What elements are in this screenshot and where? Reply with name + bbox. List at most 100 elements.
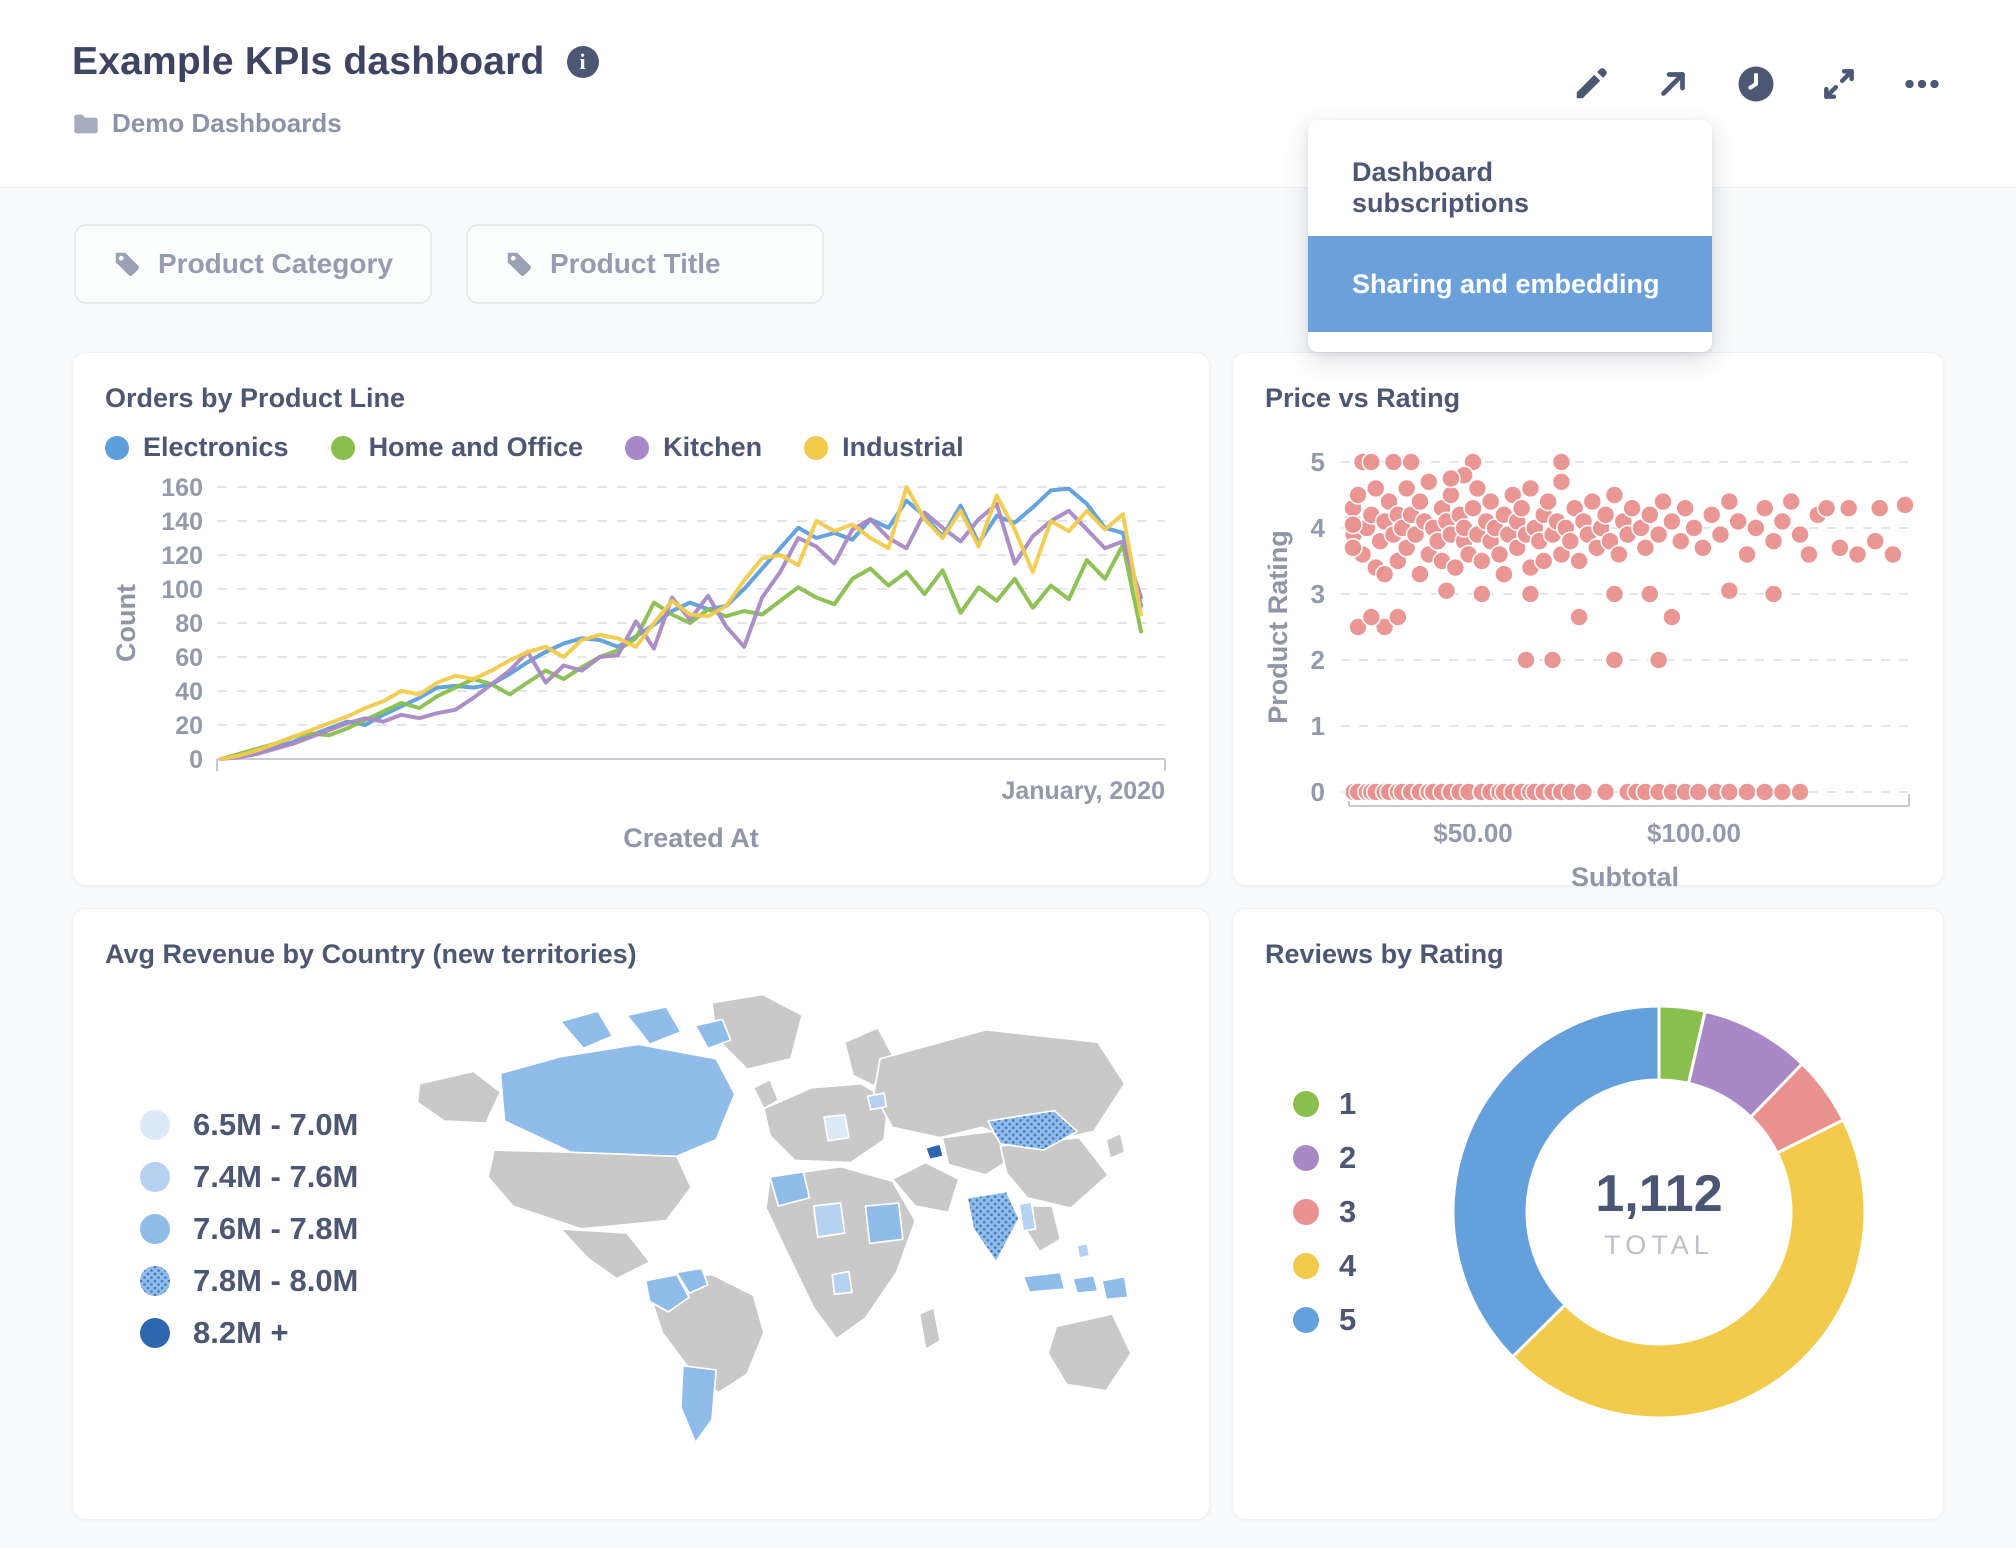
breadcrumb[interactable]: Demo Dashboards [72,108,342,139]
svg-text:0: 0 [189,746,203,774]
map-legend-label: 7.8M - 8.0M [193,1262,359,1298]
card-price-vs-rating: Price vs Rating 0 1 2 3 4 5 $50.00 $100.00 Produ… [1232,352,1944,892]
filter-bar: Product Category Product Title [74,224,824,304]
map-legend: 6.5M - 7.0M 7.4M - 7.6M 7.6M - 7.8M 7.8M - … [105,1006,405,1451]
sharing-dropdown-menu: Dashboard subscriptions Sharing and embe… [1308,120,1712,352]
donut-legend-item-5[interactable]: 5 [1293,1302,1403,1338]
menu-item-dashboard-subscriptions[interactable]: Dashboard subscriptions [1308,140,1712,236]
ellipsis-icon[interactable] [1902,64,1942,104]
map-legend-label: 7.4M - 7.6M [193,1158,359,1194]
map-region-mexico [559,1228,651,1280]
map-legend-label: 8.2M + [193,1314,289,1350]
map-region-azerbaijan[interactable] [924,1143,945,1161]
map-region-usa [487,1149,693,1230]
legend-label: Electronics [143,432,289,462]
svg-text:2: 2 [1311,645,1325,675]
price-rating-scatter-chart[interactable]: 0 1 2 3 4 5 $50.00 $100.00 Product Rating Subtota… [1263,424,1915,894]
svg-text:40: 40 [175,678,203,706]
map-region-canada[interactable] [626,1006,682,1046]
line-series-home-and-office[interactable] [219,542,1143,761]
svg-text:1: 1 [1311,711,1325,741]
map-region-madagascar [918,1306,941,1351]
map-region-argentina[interactable] [680,1364,717,1444]
map-region-china [999,1136,1110,1209]
legend-item-electronics[interactable]: Electronics [105,432,289,463]
donut-legend-item-2[interactable]: 2 [1293,1140,1403,1176]
svg-text:5: 5 [1311,447,1325,477]
legend-dot [1293,1307,1319,1333]
legend-label: 2 [1339,1140,1357,1175]
legend-dot [330,435,355,460]
y-axis-label: Product Rating [1265,530,1293,724]
svg-text:3: 3 [1311,579,1325,609]
svg-text:60: 60 [175,644,203,672]
filter-label: Product Title [550,248,721,279]
dashboard-page: Example KPIs dashboard i Demo Dashboards [0,0,2016,1548]
svg-text:100: 100 [161,576,203,604]
world-choropleth-map[interactable] [405,984,1131,1451]
svg-text:120: 120 [161,542,203,570]
map-legend-item: 7.8M - 8.0M [139,1263,405,1299]
x-axis-tick: $50.00 [1433,818,1513,848]
map-legend-item: 7.6M - 7.8M [139,1211,405,1247]
card-reviews-by-rating: Reviews by Rating 1 2 3 4 5 1,112 TOTAL [1232,908,1944,1520]
x-axis-label: Subtotal [1571,862,1679,892]
orders-legend: Electronics Home and Office Kitchen Industr… [105,432,1177,463]
map-region-canada[interactable] [499,1043,736,1158]
orders-line-chart[interactable]: 0 20 40 60 80 100 120 140 160 Count January, 2020 C… [105,463,1179,863]
donut-slice-4[interactable] [1511,1118,1867,1420]
y-axis-label: Count [111,584,141,662]
map-region-japan [1105,1132,1126,1160]
card-title: Price vs Rating [1265,383,1461,413]
map-region-niger[interactable] [812,1202,846,1239]
map-region-gabon[interactable] [831,1270,853,1296]
legend-item-home-and-office[interactable]: Home and Office [330,432,583,463]
card-orders-by-product-line: Orders by Product Line Electronics Home a… [72,352,1210,886]
map-legend-swatch [140,1317,170,1348]
folder-icon [74,114,98,133]
map-legend-item: 8.2M + [139,1315,405,1351]
share-icon[interactable] [1654,65,1692,103]
map-region-indonesia[interactable] [1022,1271,1066,1294]
info-icon[interactable]: i [566,46,599,78]
fullscreen-icon[interactable] [1820,65,1858,103]
legend-dot [1293,1145,1319,1171]
map-region-india[interactable] [966,1190,1020,1263]
legend-label: Kitchen [663,432,763,462]
page-title: Example KPIs dashboard [72,40,545,83]
line-series-kitchen[interactable] [219,502,1143,761]
svg-text:80: 80 [175,610,203,638]
legend-label: 1 [1339,1086,1357,1121]
menu-item-sharing-and-embedding[interactable]: Sharing and embedding [1308,236,1712,332]
map-legend-swatch [140,1109,170,1140]
x-axis-tick: $100.00 [1647,818,1741,848]
map-region-sudan[interactable] [864,1202,904,1245]
history-clock-icon[interactable] [1736,64,1776,104]
filter-product-category[interactable]: Product Category [74,224,432,304]
legend-label: 5 [1339,1302,1357,1337]
donut-legend-item-1[interactable]: 1 [1293,1086,1403,1122]
card-title: Orders by Product Line [105,383,406,413]
map-region-latvia[interactable] [866,1092,888,1111]
card-title: Reviews by Rating [1265,939,1504,969]
svg-text:20: 20 [175,712,203,740]
legend-item-industrial[interactable]: Industrial [804,432,964,463]
donut-legend-item-4[interactable]: 4 [1293,1248,1403,1284]
map-legend-label: 6.5M - 7.0M [193,1106,359,1142]
map-region-philippines[interactable] [1076,1242,1091,1259]
legend-item-kitchen[interactable]: Kitchen [625,432,762,463]
filter-product-title[interactable]: Product Title [466,224,824,304]
map-region-indonesia[interactable] [1072,1274,1099,1295]
map-region-papua-new-guinea[interactable] [1101,1275,1129,1301]
map-region-canada[interactable] [559,1010,614,1050]
map-legend-swatch [140,1213,170,1244]
filter-label: Product Category [158,248,393,279]
map-legend-item: 6.5M - 7.0M [139,1107,405,1143]
donut-slice-5[interactable] [1451,1004,1661,1359]
svg-text:4: 4 [1311,513,1326,543]
edit-icon[interactable] [1572,65,1610,103]
svg-text:140: 140 [161,508,203,536]
map-region-germany[interactable] [823,1113,850,1142]
donut-chart[interactable]: 1,112 TOTAL [1439,992,1879,1432]
donut-legend-item-3[interactable]: 3 [1293,1194,1403,1230]
